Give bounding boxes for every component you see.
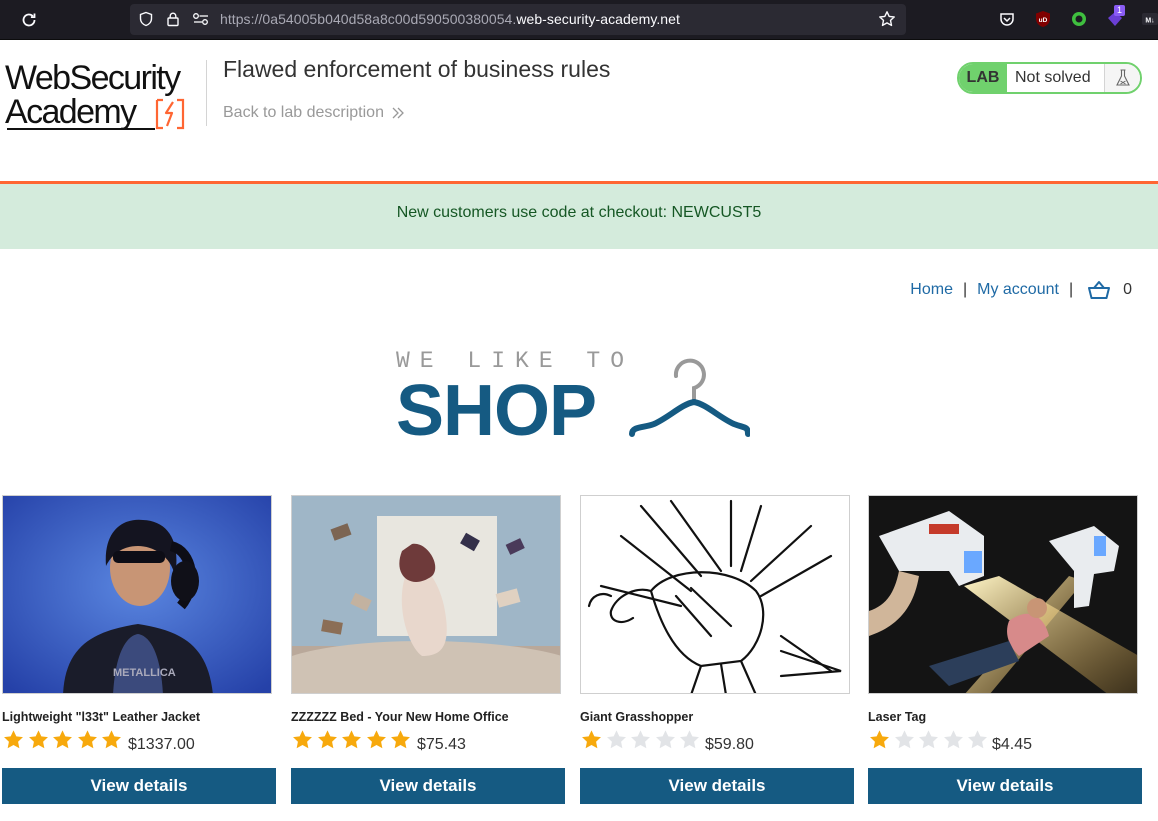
svg-text:METALLICA: METALLICA	[113, 667, 176, 679]
product-rating	[291, 729, 414, 751]
product-image-leather-jacket: METALLICA	[2, 495, 272, 694]
lab-label: LAB	[959, 64, 1007, 92]
lab-status-badge: LAB Not solved	[957, 62, 1142, 94]
nav-separator: |	[962, 281, 968, 298]
green-ring-extension-icon[interactable]	[1070, 10, 1088, 28]
address-bar[interactable]: https://0a54005b040d58a8c00d590500380054…	[130, 4, 906, 35]
star-filled-icon	[53, 730, 72, 749]
nav-home-link[interactable]: Home	[910, 281, 953, 299]
permissions-icon[interactable]	[192, 12, 210, 26]
lab-title: Flawed enforcement of business rules	[223, 56, 611, 82]
product-name: Laser Tag	[868, 710, 927, 724]
extension-purple-icon[interactable]: 1	[1106, 5, 1126, 28]
star-empty-icon	[943, 730, 963, 749]
product-rating	[2, 729, 125, 751]
star-empty-icon	[631, 730, 650, 749]
web-security-academy-logo[interactable]: WebSecurity Academy	[5, 60, 205, 135]
lock-icon[interactable]	[165, 11, 181, 27]
clothes-hanger-icon	[629, 358, 750, 437]
view-details-button[interactable]: View details	[868, 768, 1142, 804]
logo-underline	[7, 128, 155, 130]
star-filled-icon	[4, 730, 23, 749]
view-details-button[interactable]: View details	[2, 768, 276, 804]
bookmark-star-icon[interactable]	[878, 10, 896, 28]
product-image-bed	[291, 495, 561, 694]
reload-icon[interactable]	[19, 10, 39, 30]
view-details-button[interactable]: View details	[580, 768, 854, 804]
star-empty-icon	[968, 730, 987, 749]
cart-count[interactable]: 0	[1123, 281, 1132, 299]
double-chevron-right-icon[interactable]	[390, 105, 406, 121]
url-domain: web-security-academy.net	[516, 11, 680, 27]
pocket-icon[interactable]	[998, 10, 1016, 28]
star-filled-icon	[582, 730, 601, 749]
star-filled-icon	[28, 730, 48, 749]
product-price: $59.80	[705, 736, 754, 753]
markdown-extension-icon[interactable]: M↓	[1142, 10, 1158, 28]
browser-toolbar: https://0a54005b040d58a8c00d590500380054…	[0, 0, 1158, 40]
product-name: ZZZZZZ Bed - Your New Home Office	[291, 710, 509, 724]
tracking-shield-icon[interactable]	[138, 11, 154, 27]
shop-hero-logo: WE LIKE TO SHOP	[396, 348, 756, 448]
star-empty-icon	[894, 730, 914, 749]
cart-icon[interactable]	[1087, 280, 1111, 300]
academy-bolt-mark-icon	[155, 98, 185, 130]
product-name: Lightweight "l33t" Leather Jacket	[2, 710, 201, 724]
nav-my-account-link[interactable]: My account	[977, 281, 1059, 299]
star-filled-icon	[317, 730, 337, 749]
top-navigation: Home | My account | 0	[910, 280, 1132, 300]
star-empty-icon	[606, 730, 626, 749]
url-text[interactable]: https://0a54005b040d58a8c00d590500380054…	[220, 11, 680, 27]
hero-title: SHOP	[396, 371, 597, 451]
product-image-grasshopper	[580, 495, 850, 694]
product-rating	[868, 729, 991, 751]
flask-icon	[1104, 64, 1140, 92]
logo-line2: Academy	[5, 93, 137, 131]
nav-separator: |	[1068, 281, 1074, 298]
logo-line1: WebSecurity	[5, 59, 181, 97]
product-image-laser-tag	[868, 495, 1138, 694]
star-empty-icon	[680, 730, 699, 749]
star-empty-icon	[919, 730, 938, 749]
notice-text: New customers use code at checkout: NEWC…	[396, 204, 762, 221]
star-filled-icon	[342, 730, 361, 749]
svg-text:M↓: M↓	[1145, 18, 1154, 25]
notice-banner: New customers use code at checkout: NEWC…	[0, 184, 1158, 249]
svg-text:uD: uD	[1039, 17, 1048, 24]
url-prefix: https://0a54005b040d58a8c00d590500380054…	[220, 11, 517, 27]
star-filled-icon	[391, 730, 410, 749]
header-divider	[206, 60, 207, 126]
lab-status-text: Not solved	[1015, 69, 1091, 86]
product-price: $4.45	[992, 736, 1033, 753]
star-filled-icon	[102, 730, 121, 749]
star-filled-icon	[870, 730, 889, 749]
star-filled-icon	[366, 730, 386, 749]
product-rating	[580, 729, 703, 751]
back-to-lab-description-link[interactable]: Back to lab description	[223, 104, 384, 122]
extension-badge: 1	[1114, 5, 1126, 16]
ublock-icon[interactable]: uD	[1034, 10, 1052, 28]
star-empty-icon	[655, 730, 675, 749]
product-price: $1337.00	[128, 736, 195, 753]
star-filled-icon	[77, 730, 97, 749]
star-filled-icon	[293, 730, 312, 749]
product-price: $75.43	[417, 736, 466, 753]
view-details-button[interactable]: View details	[291, 768, 565, 804]
product-name: Giant Grasshopper	[580, 710, 694, 724]
